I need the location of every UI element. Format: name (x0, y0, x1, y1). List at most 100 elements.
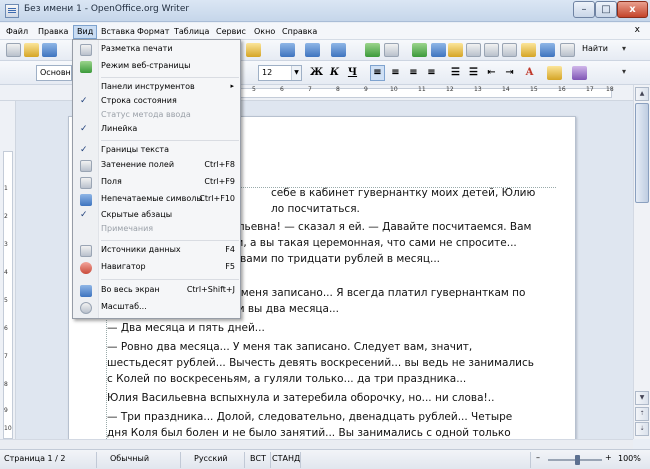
font-size-combo[interactable]: 12 ▼ (258, 65, 302, 81)
scroll-down-icon[interactable]: ▼ (635, 391, 649, 405)
scroll-thumb[interactable] (635, 103, 649, 203)
open-icon[interactable] (24, 43, 39, 57)
image-icon[interactable] (412, 43, 427, 57)
doc-line[interactable]: с вами по тридцати рублей в месяц... (231, 251, 440, 267)
toolbar-chevron-icon[interactable]: ▾ (622, 44, 626, 53)
doc-line[interactable]: ло посчитаться. (271, 201, 360, 217)
selection-mode[interactable]: СТАНД (272, 454, 300, 463)
menu-insert[interactable]: Вставка (98, 25, 138, 39)
doc-line[interactable]: ги, а вы такая церемонная, что сами не с… (231, 235, 517, 251)
gallery-icon[interactable] (448, 43, 463, 57)
menu-window[interactable]: Окно (251, 25, 278, 39)
menu-tools[interactable]: Сервис (213, 25, 249, 39)
scroll-up-icon[interactable]: ▲ (635, 87, 649, 101)
next-page-icon[interactable]: ⇣ (635, 422, 649, 436)
zoom-level[interactable]: 100% (618, 454, 641, 463)
highlight-icon[interactable] (547, 66, 562, 80)
minimize-button[interactable]: – (573, 1, 595, 18)
menu-item-web-layout[interactable]: Режим веб-страницы (74, 59, 240, 75)
background-color-icon[interactable] (572, 66, 587, 80)
page-indicator[interactable]: Страница 1 / 2 (4, 454, 66, 463)
menu-format[interactable]: Формат (134, 25, 172, 39)
menu-item-field-shading[interactable]: Затенение полей Ctrl+F8 (74, 158, 240, 174)
doc-line[interactable]: дня Коля был болен и не было занятий... … (107, 425, 511, 439)
align-left-icon[interactable]: ≡ (370, 65, 385, 81)
help-icon[interactable] (540, 43, 555, 57)
font-color-button[interactable]: A (522, 65, 537, 81)
more-tools-icon[interactable] (560, 43, 575, 57)
find-label[interactable]: Найти (582, 44, 608, 53)
doc-line[interactable]: — Два месяца и пять дней... (107, 320, 265, 336)
horizontal-scrollbar[interactable] (0, 439, 633, 449)
window-title: Без имени 1 - OpenOffice.org Writer (24, 4, 190, 14)
prev-page-icon[interactable]: ⇡ (635, 407, 649, 421)
align-right-icon[interactable]: ≡ (406, 65, 421, 81)
italic-button[interactable]: К (327, 65, 342, 81)
menu-item-fields[interactable]: Поля Ctrl+F9 (74, 175, 240, 191)
numbering-icon[interactable]: ☰ (448, 65, 463, 81)
full-screen-icon (80, 285, 92, 297)
ruler-number: 17 (586, 86, 594, 93)
zoom-out-icon[interactable]: – (536, 453, 540, 462)
doc-line[interactable]: ильевна! — сказал я ей. — Давайте посчит… (231, 219, 531, 235)
insert-mode[interactable]: ВСТ (250, 454, 266, 463)
ruler-number: 7 (4, 353, 8, 360)
menu-item-navigator[interactable]: Навигатор F5 (74, 260, 240, 276)
chevron-down-icon[interactable]: ▼ (291, 66, 301, 80)
doc-line[interactable]: с Колей по воскресеньям, а гуляли только… (107, 371, 466, 387)
doc-line[interactable]: шестьдесят рублей... Вычесть девять воск… (107, 355, 534, 371)
align-justify-icon[interactable]: ≡ (424, 65, 439, 81)
close-button[interactable]: x (617, 1, 648, 18)
menu-item-data-sources[interactable]: Источники данных F4 (74, 243, 240, 259)
vertical-scrollbar[interactable]: ▲ ▼ ⇡ ⇣ (633, 85, 650, 439)
doc-line[interactable]: — Три праздника... Долой, следовательно,… (107, 409, 512, 425)
doc-line[interactable]: Юлия Васильевна вспыхнула и затеребила о… (107, 390, 494, 406)
close-document-icon[interactable]: x (635, 25, 640, 35)
underline-button[interactable]: Ч (345, 65, 360, 81)
format-paint-icon[interactable] (280, 43, 295, 57)
menu-help[interactable]: Справка (279, 25, 320, 39)
paragraph-style-combo[interactable]: Основн (36, 65, 72, 81)
save-icon[interactable] (42, 43, 57, 57)
menu-view[interactable]: Вид (73, 25, 98, 39)
menu-item-ruler[interactable]: ✓ Линейка (74, 122, 240, 138)
menu-file[interactable]: Файл (3, 25, 31, 39)
outdent-icon[interactable]: ⇤ (484, 65, 499, 81)
vertical-ruler[interactable]: 1 2 3 4 5 6 7 8 9 10 (0, 101, 16, 439)
menu-edit[interactable]: Правка (35, 25, 71, 39)
new-doc-icon[interactable] (6, 43, 21, 57)
navigator-icon (80, 262, 92, 274)
zoom-slider-knob[interactable] (575, 455, 580, 465)
doc-line[interactable]: себе в кабинет гувернантку моих детей, Ю… (271, 185, 535, 201)
doc-line[interactable]: — Ровно два месяца... У меня так записан… (107, 339, 472, 355)
pilcrow-icon[interactable] (484, 43, 499, 57)
menu-item-text-boundaries[interactable]: ✓ Границы текста (74, 143, 240, 159)
zoom-icon (80, 302, 92, 314)
zoom-in-icon[interactable]: + (605, 453, 612, 462)
menu-table[interactable]: Таблица (171, 25, 212, 39)
zoom-icon[interactable] (521, 43, 536, 57)
undo-icon[interactable] (305, 43, 320, 57)
chart-icon[interactable] (431, 43, 446, 57)
menu-item-zoom[interactable]: Масштаб... (74, 300, 240, 316)
media-icon[interactable] (502, 43, 517, 57)
table-icon[interactable] (384, 43, 399, 57)
navigator-icon[interactable] (365, 43, 380, 57)
redo-icon[interactable] (331, 43, 346, 57)
maximize-button[interactable]: □ (595, 1, 617, 18)
page-style[interactable]: Обычный (110, 454, 149, 463)
language-indicator[interactable]: Русский (194, 454, 228, 463)
menu-item-full-screen[interactable]: Во весь экран Ctrl+Shift+J (74, 283, 240, 299)
indent-icon[interactable]: ⇥ (502, 65, 517, 81)
menu-item-formatting-marks[interactable]: Непечатаемые символы Ctrl+F10 (74, 192, 240, 208)
toolbar-chevron-icon[interactable]: ▾ (622, 67, 626, 76)
doc-line[interactable]: У меня записано... Я всегда платил гувер… (231, 285, 525, 301)
paste-icon[interactable] (246, 43, 261, 57)
menu-item-print-layout[interactable]: Разметка печати (74, 42, 240, 58)
zoom-slider[interactable] (548, 455, 602, 465)
doc-line[interactable]: ли вы два месяца... (231, 301, 339, 317)
align-center-icon[interactable]: ≡ (388, 65, 403, 81)
data-icon[interactable] (466, 43, 481, 57)
bullets-icon[interactable]: ☰ (466, 65, 481, 81)
bold-button[interactable]: Ж (309, 65, 324, 81)
